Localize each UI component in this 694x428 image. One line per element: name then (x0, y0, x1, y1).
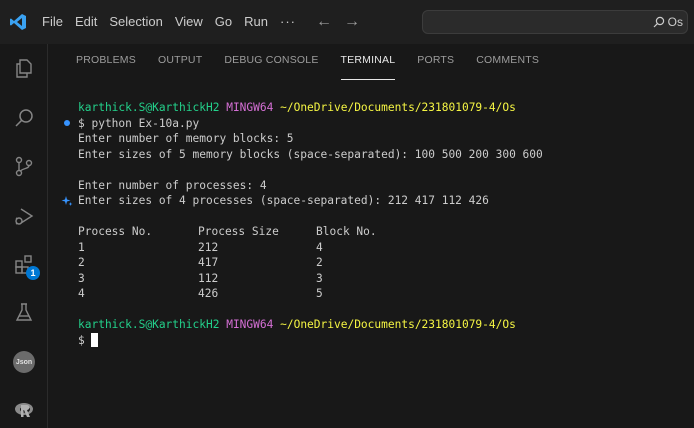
cell-block-no: 3 (316, 271, 323, 285)
cell-process-size: 212 (198, 240, 219, 254)
command-text: $ python Ex-10a.py (78, 116, 200, 130)
cell-process-no: 2 (78, 256, 85, 269)
vscode-logo-icon (0, 0, 36, 44)
cell-process-size: 426 (198, 287, 219, 300)
bottom-panel: PROBLEMS OUTPUT DEBUG CONSOLE TERMINAL P… (48, 44, 694, 428)
search-view-icon[interactable] (12, 106, 36, 130)
extensions-badge: 1 (26, 266, 40, 280)
tab-debug-console[interactable]: DEBUG CONSOLE (224, 44, 318, 80)
header-block-no: Block No. (316, 225, 377, 238)
output-text: Enter sizes of 4 processes (space-separa… (78, 194, 489, 207)
command-line: $ python Ex-10a.py (48, 116, 694, 132)
prompt-env: MINGW64 (226, 318, 274, 331)
table-row: 4 426 5 (48, 286, 694, 302)
cell-process-no: 4 (78, 287, 85, 300)
prompt-user: karthick.S@KarthickH2 (78, 318, 220, 331)
prompt-line: karthick.S@KarthickH2 MINGW64 ~/OneDrive… (48, 317, 694, 333)
cell-process-no: 1 (78, 240, 85, 254)
menu-more-button[interactable]: ··· (274, 0, 302, 44)
run-debug-icon[interactable] (12, 204, 36, 228)
prompt-line: karthick.S@KarthickH2 MINGW64 ~/OneDrive… (48, 100, 694, 116)
tab-comments[interactable]: COMMENTS (476, 44, 539, 80)
testing-flask-icon[interactable] (12, 300, 36, 324)
cell-block-no: 2 (316, 256, 323, 269)
activity-bar: 1 Json (0, 44, 48, 428)
command-center-search[interactable]: Os (422, 10, 688, 34)
output-line: Enter sizes of 5 memory blocks (space-se… (78, 147, 543, 161)
menu-run[interactable]: Run (238, 0, 274, 44)
table-row: 1 212 4 (48, 240, 694, 256)
cell-process-size: 112 (198, 271, 219, 285)
cell-block-no: 5 (316, 287, 323, 300)
cell-process-size: 417 (198, 256, 219, 269)
table-header: Process No. Process Size Block No. (48, 224, 694, 240)
menu-go[interactable]: Go (209, 0, 238, 44)
menu-bar: File Edit Selection View Go Run ··· ← → (36, 0, 366, 44)
sparkle-hint-icon[interactable] (60, 193, 74, 209)
header-process-size: Process Size (198, 225, 279, 238)
forward-arrow-icon[interactable]: → (338, 13, 366, 31)
menu-selection[interactable]: Selection (103, 0, 168, 44)
prompt-user: karthick.S@KarthickH2 (78, 101, 220, 114)
prompt-env: MINGW64 (226, 101, 274, 114)
output-line: Enter number of processes: 4 (78, 178, 267, 192)
back-arrow-icon[interactable]: ← (310, 13, 338, 31)
r-language-icon[interactable] (12, 398, 36, 422)
input-line[interactable]: $ (48, 332, 694, 349)
command-decoration-dot[interactable] (60, 116, 74, 132)
tab-ports[interactable]: PORTS (417, 44, 454, 80)
search-icon (653, 16, 664, 28)
menu-file[interactable]: File (36, 0, 69, 44)
output-line-with-hint: Enter sizes of 4 processes (space-separa… (48, 193, 694, 209)
menu-view[interactable]: View (169, 0, 209, 44)
terminal-cursor (91, 332, 99, 347)
menu-edit[interactable]: Edit (69, 0, 103, 44)
prompt-path: ~/OneDrive/Documents/231801079-4/Os (280, 101, 516, 114)
title-bar: File Edit Selection View Go Run ··· ← → … (0, 0, 694, 44)
panel-tabs: PROBLEMS OUTPUT DEBUG CONSOLE TERMINAL P… (48, 44, 539, 80)
cell-process-no: 3 (78, 271, 85, 285)
cell-block-no: 4 (316, 240, 323, 254)
tab-output[interactable]: OUTPUT (158, 44, 202, 80)
tab-terminal[interactable]: TERMINAL (340, 44, 396, 80)
source-control-icon[interactable] (12, 154, 36, 178)
tab-problems[interactable]: PROBLEMS (76, 44, 136, 80)
json-icon-label: Json (15, 358, 33, 366)
output-line: Enter number of memory blocks: 5 (78, 132, 294, 145)
table-row: 2 417 2 (48, 255, 694, 271)
json-extension-icon[interactable]: Json (12, 350, 36, 374)
header-process-no: Process No. (78, 225, 153, 238)
table-row: 3 112 3 (48, 271, 694, 287)
command-center-text: Os (667, 15, 683, 29)
prompt-path: ~/OneDrive/Documents/231801079-4/Os (280, 318, 516, 331)
explorer-icon[interactable] (12, 56, 36, 80)
shell-prompt: $ (78, 333, 92, 347)
terminal-output[interactable]: karthick.S@KarthickH2 MINGW64 ~/OneDrive… (48, 100, 694, 348)
extensions-icon[interactable]: 1 (12, 252, 40, 280)
